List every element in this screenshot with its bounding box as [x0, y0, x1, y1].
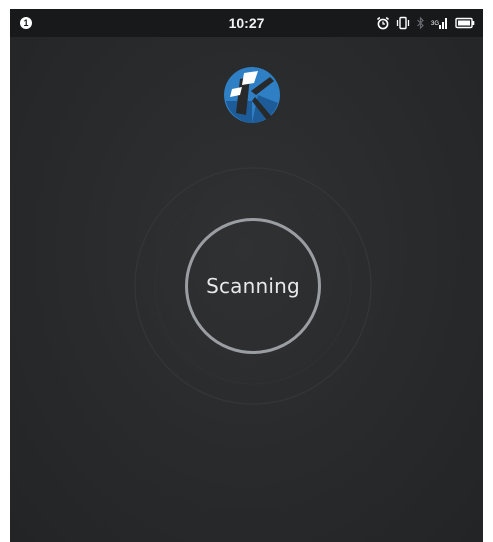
phone-screen: 1 10:27 3G Scanning	[10, 9, 483, 542]
scan-label: Scanning	[206, 274, 300, 298]
scan-button[interactable]: Scanning	[185, 218, 321, 354]
